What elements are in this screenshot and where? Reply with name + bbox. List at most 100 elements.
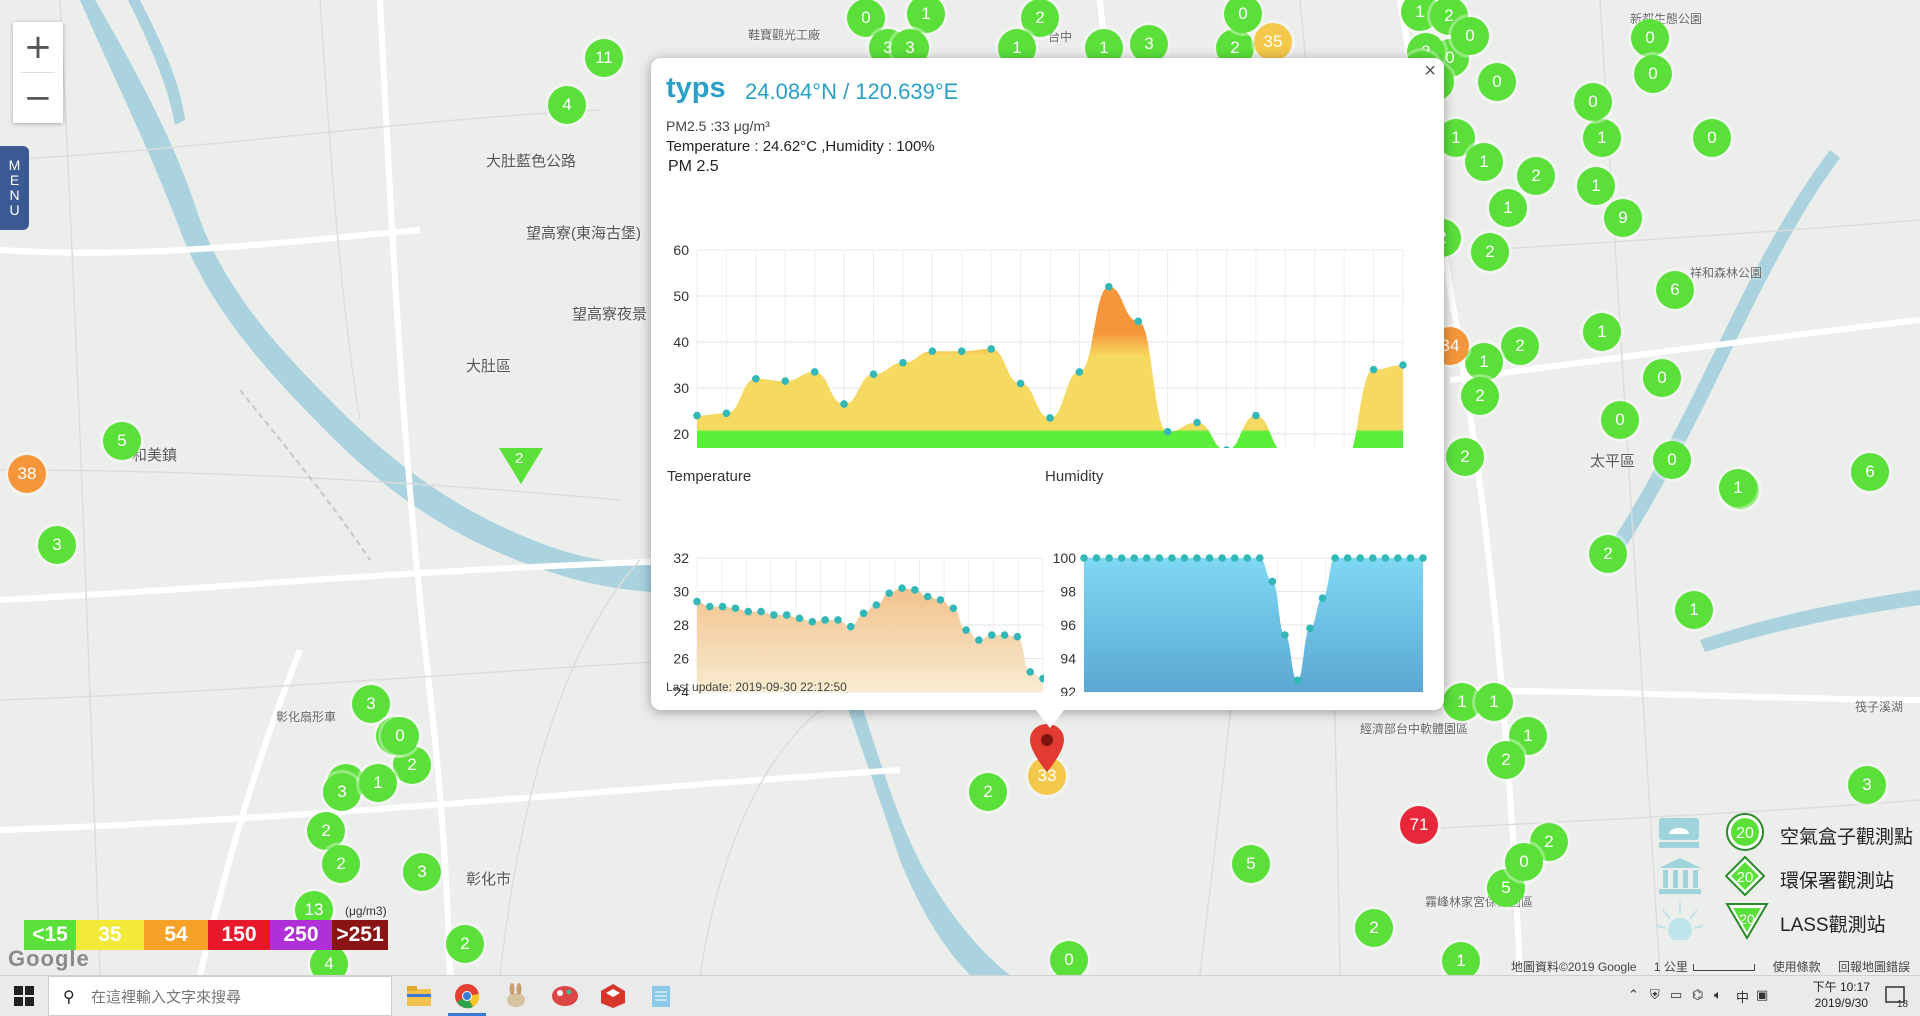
airbox-marker[interactable]: 6	[1656, 271, 1694, 309]
data-point	[1134, 317, 1143, 326]
airbox-marker[interactable]: 2	[1471, 233, 1509, 271]
y-tick-label: 20	[673, 426, 689, 442]
data-point	[1306, 624, 1314, 633]
battery-icon[interactable]: ▭	[1670, 987, 1682, 1003]
terms-link[interactable]: 使用條款	[1773, 960, 1821, 974]
airbox-marker[interactable]: 1	[1577, 167, 1615, 205]
airbox-marker[interactable]: 38	[8, 455, 46, 493]
airbox-marker[interactable]: 5	[103, 422, 141, 460]
data-point	[885, 589, 894, 597]
lass-marker-value: 2	[515, 450, 524, 467]
close-icon[interactable]: ×	[1424, 60, 1436, 83]
y-tick-label: 26	[673, 651, 689, 667]
file-explorer-app[interactable]	[396, 976, 442, 1016]
keyboard-icon[interactable]: ▣	[1756, 987, 1768, 1003]
rabbit-app[interactable]	[493, 976, 539, 1016]
airbox-marker[interactable]: 3	[403, 853, 441, 891]
place-label: 祥和森林公園	[1690, 266, 1763, 280]
airbox-marker[interactable]: 3	[352, 685, 390, 723]
menu-tab[interactable]: M E N U	[0, 146, 29, 230]
airbox-marker[interactable]: 2	[1501, 327, 1539, 365]
airbox-marker[interactable]: 0	[1634, 55, 1672, 93]
airbox-marker[interactable]: 0	[381, 717, 419, 755]
temperature-chart: 2426283032	[673, 550, 1044, 696]
airbox-marker[interactable]: 0	[1643, 359, 1681, 397]
location-pin-icon[interactable]	[1030, 724, 1064, 774]
airbox-marker[interactable]: 35	[1254, 23, 1292, 61]
airbox-marker[interactable]: 0	[1574, 83, 1612, 121]
airbox-marker[interactable]: 1	[1489, 189, 1527, 227]
clock-date: 2019/9/30	[1814, 996, 1868, 1010]
notepad-app[interactable]	[638, 976, 684, 1016]
airbox-marker[interactable]: 1	[1475, 683, 1513, 721]
airbox-marker[interactable]: 0	[1050, 941, 1088, 975]
airbox-marker[interactable]: 0	[1478, 63, 1516, 101]
airbox-marker[interactable]: 3	[1848, 766, 1886, 804]
airbox-marker[interactable]: 2	[1517, 157, 1555, 195]
chevron-up-icon[interactable]: ⌃	[1628, 987, 1639, 1003]
airbox-marker[interactable]: 2	[1446, 438, 1484, 476]
data-point	[693, 411, 701, 420]
ime-indicator[interactable]: 中	[1736, 987, 1749, 1006]
airbox-marker[interactable]: 1	[1583, 313, 1621, 351]
security-icon[interactable]: ⛨	[1650, 987, 1660, 1003]
airbox-marker[interactable]: 11	[585, 39, 623, 77]
data-point	[859, 609, 868, 618]
zoom-in-button[interactable]: +	[13, 22, 63, 72]
clock[interactable]: 下午 10:17 2019/9/30	[1813, 979, 1870, 1011]
airbox-marker[interactable]: 0	[1601, 401, 1639, 439]
data-point	[923, 592, 932, 601]
airbox-marker[interactable]: 1	[1719, 469, 1757, 507]
y-tick-label: 30	[673, 584, 689, 600]
airbox-marker[interactable]: 9	[1604, 199, 1642, 237]
search-input[interactable]	[89, 985, 383, 1009]
google-logo: Google	[8, 946, 90, 971]
airbox-marker[interactable]: 3	[323, 773, 361, 811]
airbox-marker[interactable]: 2	[322, 845, 360, 883]
data-point	[1223, 446, 1230, 448]
airbox-marker[interactable]: 2	[969, 773, 1007, 811]
taskbar-search[interactable]: ⚲	[48, 976, 392, 1016]
report-error-link[interactable]: 回報地圖錯誤	[1838, 960, 1910, 974]
lass-marker[interactable]: 2	[499, 448, 543, 484]
airbox-marker[interactable]: 1	[1465, 143, 1503, 181]
airbox-marker[interactable]: 0	[1451, 17, 1489, 55]
airbox-marker[interactable]: 2	[1487, 741, 1525, 779]
airbox-marker[interactable]: 3	[38, 526, 76, 564]
airbox-marker[interactable]: 6	[1851, 453, 1889, 491]
start-button[interactable]	[0, 976, 48, 1016]
chrome-app[interactable]	[444, 976, 490, 1016]
airbox-marker[interactable]: 1	[1675, 591, 1713, 629]
airbox-marker[interactable]: 4	[548, 86, 586, 124]
paint-app[interactable]	[542, 976, 588, 1016]
airbox-marker[interactable]: 2	[1461, 377, 1499, 415]
airbox-marker[interactable]: 1	[1465, 343, 1503, 381]
volume-icon[interactable]: 🔈︎	[1714, 987, 1722, 1003]
airbox-marker[interactable]: 0	[1693, 119, 1731, 157]
data-point	[1000, 631, 1009, 639]
airbox-icon	[1659, 818, 1699, 848]
airbox-marker[interactable]: 0	[1653, 441, 1691, 479]
sketchup-app[interactable]	[590, 976, 636, 1016]
airbox-marker[interactable]: 71	[1400, 806, 1438, 844]
airbox-marker[interactable]: 1	[1583, 119, 1621, 157]
zoom-out-button[interactable]: −	[13, 73, 63, 123]
place-label: 太平區	[1590, 453, 1636, 470]
airbox-marker[interactable]: 1	[1442, 942, 1480, 975]
sketchup-icon	[601, 984, 625, 1008]
notepad-icon	[652, 986, 670, 1007]
place-label: 經濟部台中軟體園區	[1360, 722, 1469, 736]
airbox-marker[interactable]: 0	[1631, 19, 1669, 57]
airbox-marker[interactable]: 2	[1355, 909, 1393, 947]
airbox-marker[interactable]: 5	[1232, 845, 1270, 883]
airbox-marker[interactable]: 2	[1589, 535, 1627, 573]
airbox-marker[interactable]: 0	[1505, 843, 1543, 881]
clock-time: 下午 10:17	[1812, 980, 1870, 994]
data-point	[869, 370, 878, 378]
network-icon[interactable]: ⌬	[1692, 987, 1703, 1003]
airbox-marker[interactable]: 2	[446, 925, 484, 963]
place-label: 大肚區	[466, 358, 512, 375]
data-point	[1419, 554, 1427, 562]
airbox-marker[interactable]: 1	[359, 764, 397, 802]
notification-icon[interactable]: 18	[1884, 984, 1910, 1008]
